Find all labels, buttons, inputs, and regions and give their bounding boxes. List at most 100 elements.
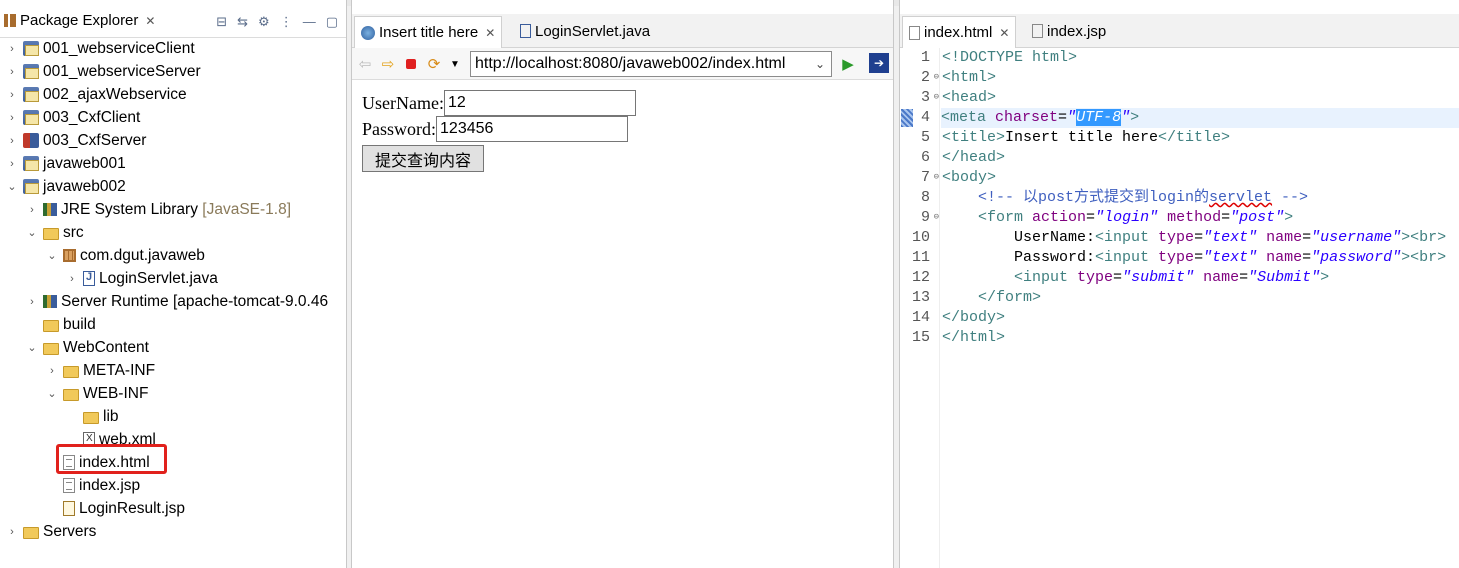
view-menu-icon[interactable]: ⋮ — [280, 14, 293, 30]
code-area[interactable]: 1 2 3 4 5 6 7 8 9 10 11 12 13 14 15 ⊖ ⊖ … — [900, 48, 1459, 568]
collapse-all-icon[interactable]: ⊟ — [216, 14, 227, 30]
fold-toggle-icon[interactable]: ⊖ — [934, 92, 939, 102]
highlight-annotation-box — [56, 444, 167, 474]
tree-item-com-dgut-javaweb[interactable]: ⌄ com.dgut.javaweb — [45, 244, 205, 267]
fold-toggle-icon[interactable]: ⊖ — [934, 212, 939, 222]
expand-chevron-icon[interactable]: › — [45, 365, 59, 377]
line-number: 4 — [920, 109, 930, 126]
expand-chevron-icon[interactable]: › — [5, 112, 19, 124]
stop-icon[interactable] — [402, 55, 420, 73]
code-line: <title>Insert title here</title> — [942, 129, 1231, 146]
code-line: UserName:<input type="text" name="userna… — [942, 229, 1447, 246]
project-icon — [23, 87, 39, 102]
package-explorer-tab[interactable]: Package Explorer ✕ — [4, 12, 155, 29]
tree-item-lib[interactable]: lib — [65, 405, 119, 428]
tree-item-build[interactable]: build — [25, 313, 96, 336]
folder-icon — [63, 365, 79, 378]
project-error-icon — [23, 133, 39, 148]
filter-icon[interactable]: ⚙ — [258, 14, 270, 30]
tree-item-003-cxfserver[interactable]: › 003_CxfServer — [5, 129, 146, 152]
fold-toggle-icon[interactable]: ⊖ — [934, 172, 939, 182]
tab-index-jsp[interactable]: index.jsp — [1026, 16, 1112, 46]
tree-item-index-jsp[interactable]: index.jsp — [45, 474, 140, 497]
code-line: </form> — [978, 289, 1042, 306]
username-row: UserName: 12 — [362, 90, 636, 116]
project-icon — [23, 41, 39, 56]
code-line: <form action="login" method="post"> — [978, 209, 1294, 226]
tree-item-jre-system-library[interactable]: › JRE System Library [JavaSE-1.8] — [25, 198, 291, 221]
tree-item-002-ajaxwebservice[interactable]: › 002_ajaxWebservice — [5, 83, 186, 106]
tree-item-loginresult-jsp[interactable]: LoginResult.jsp — [45, 497, 185, 520]
chevron-down-icon[interactable]: ⌄ — [815, 52, 825, 76]
line-number: 6 — [920, 149, 930, 166]
tree-item-server-runtime[interactable]: › Server Runtime [apache-tomcat-9.0.46 — [25, 290, 328, 313]
tree-item-003-cxfclient[interactable]: › 003_CxfClient — [5, 106, 140, 129]
html-file-icon — [909, 25, 920, 40]
fold-toggle-icon[interactable]: ⊖ — [934, 72, 939, 82]
refresh-icon[interactable]: ⟳ — [425, 55, 443, 73]
package-explorer-icon — [4, 14, 16, 27]
maximize-icon[interactable]: ▢ — [326, 14, 338, 30]
tree-item-webcontent[interactable]: ⌄ WebContent — [25, 336, 149, 359]
tree-item-src[interactable]: ⌄ src — [25, 221, 83, 244]
expand-chevron-icon[interactable]: › — [5, 158, 19, 170]
expand-chevron-icon[interactable]: › — [5, 526, 19, 538]
link-with-editor-icon[interactable]: ⇆ — [237, 14, 248, 30]
tree-item-servers[interactable]: › Servers — [5, 520, 96, 543]
expand-chevron-icon[interactable]: › — [25, 296, 39, 308]
code-line: </body> — [942, 309, 1006, 326]
tree-item-meta-inf[interactable]: › META-INF — [45, 359, 155, 382]
expand-chevron-icon[interactable]: › — [5, 135, 19, 147]
tree-item-web-inf[interactable]: ⌄ WEB-INF — [45, 382, 148, 405]
tree-item-001-webserviceclient[interactable]: › 001_webserviceClient — [5, 37, 194, 60]
collapse-chevron-icon[interactable]: ⌄ — [45, 387, 59, 400]
line-number: 7 — [920, 169, 930, 186]
tree-item-javaweb002[interactable]: ⌄ javaweb002 — [5, 175, 125, 198]
occurrence-marker-icon — [901, 109, 913, 127]
line-number: 11 — [911, 249, 930, 266]
close-icon[interactable]: ✕ — [999, 26, 1009, 40]
close-icon[interactable]: ✕ — [145, 14, 155, 28]
collapse-chevron-icon[interactable]: ⌄ — [5, 180, 19, 193]
external-browser-icon[interactable]: ➔ — [869, 53, 889, 73]
tree-item-loginservlet-java[interactable]: ›LoginServlet.java — [65, 267, 218, 290]
code-line: </html> — [942, 329, 1006, 346]
expand-chevron-icon[interactable]: › — [5, 89, 19, 101]
username-input[interactable]: 12 — [443, 90, 636, 116]
submit-button[interactable]: 提交查询内容 — [362, 145, 485, 172]
back-arrow-icon[interactable]: ⇦ — [356, 55, 374, 73]
tree-item-001-webserviceserver[interactable]: › 001_webserviceServer — [5, 60, 201, 83]
line-number: 14 — [911, 309, 930, 326]
url-input[interactable]: http://localhost:8080/javaweb002/index.h… — [470, 51, 832, 77]
password-input[interactable]: 123456 — [436, 116, 629, 142]
forward-arrow-icon[interactable]: ⇨ — [379, 55, 397, 73]
folder-icon — [63, 388, 79, 401]
code-line: Password:<input type="text" name="passwo… — [942, 249, 1447, 266]
line-number: 1 — [920, 49, 930, 66]
package-explorer-title: Package Explorer — [20, 12, 139, 29]
password-label: Password: — [362, 118, 437, 139]
tab-loginservlet-java[interactable]: LoginServlet.java — [514, 16, 656, 46]
go-icon[interactable]: ▶ — [839, 55, 857, 73]
code-line: </head> — [942, 149, 1006, 166]
jsp-file-icon — [1032, 24, 1043, 38]
expand-chevron-icon[interactable]: › — [25, 204, 39, 216]
library-icon — [43, 295, 57, 308]
history-dropdown-icon[interactable]: ▼ — [446, 55, 464, 73]
close-icon[interactable]: ✕ — [485, 26, 495, 40]
expand-chevron-icon[interactable]: › — [5, 66, 19, 78]
tab-index-html[interactable]: index.html ✕ — [902, 16, 1017, 48]
tree-item-javaweb001[interactable]: › javaweb001 — [5, 152, 126, 175]
tab-insert-title-here[interactable]: Insert title here ✕ — [354, 16, 503, 48]
project-icon — [23, 110, 39, 125]
package-explorer-tabbar: Package Explorer ✕ ⊟ ⇆ ⚙ ⋮ — ▢ — [0, 8, 346, 38]
collapse-chevron-icon[interactable]: ⌄ — [45, 249, 59, 262]
expand-chevron-icon[interactable]: › — [5, 43, 19, 55]
collapse-chevron-icon[interactable]: ⌄ — [25, 341, 39, 354]
collapse-chevron-icon[interactable]: ⌄ — [25, 226, 39, 239]
package-explorer-panel: Package Explorer ✕ ⊟ ⇆ ⚙ ⋮ — ▢ › 001_webs… — [0, 0, 347, 568]
code-line: <body> — [942, 169, 997, 186]
minimize-icon[interactable]: — — [303, 14, 316, 30]
line-number: 10 — [911, 229, 930, 246]
expand-chevron-icon[interactable]: › — [65, 273, 79, 285]
